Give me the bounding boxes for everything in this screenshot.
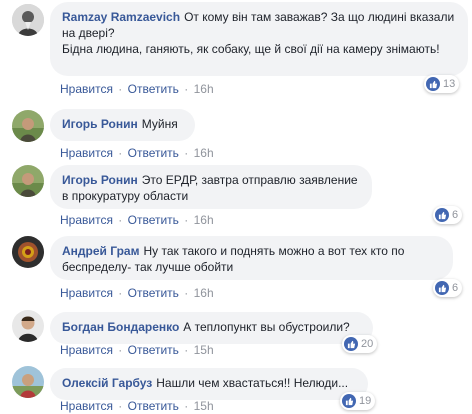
reaction-count-badge[interactable]: 6 bbox=[433, 279, 463, 297]
separator: · bbox=[118, 399, 123, 413]
like-reaction-icon bbox=[435, 208, 449, 222]
avatar[interactable] bbox=[12, 310, 44, 342]
comment-text: Нашли чем хвастаться!! Нелюди... bbox=[156, 376, 349, 390]
avatar[interactable] bbox=[12, 236, 44, 268]
comment-actions: Нравится · Ответить · 16h bbox=[60, 286, 214, 300]
avatar[interactable] bbox=[12, 366, 44, 398]
comment-timestamp[interactable]: 15h bbox=[194, 343, 214, 357]
comment-actions: Нравится · Ответить · 15h bbox=[60, 399, 214, 413]
like-button[interactable]: Нравится bbox=[60, 343, 113, 357]
comment-bubble: Олексій Гарбуз Нашли чем хвастаться!! Нел… bbox=[50, 368, 368, 400]
reaction-count: 13 bbox=[443, 78, 456, 90]
like-button[interactable]: Нравится bbox=[60, 82, 113, 96]
comment-timestamp[interactable]: 16h bbox=[194, 286, 214, 300]
reply-button[interactable]: Ответить bbox=[128, 399, 179, 413]
comment-bubble: Андрей Грам Ну так такого и поднять можно… bbox=[50, 236, 453, 280]
separator: · bbox=[184, 399, 189, 413]
comment-author[interactable]: Олексій Гарбуз bbox=[62, 376, 152, 390]
avatar[interactable] bbox=[12, 4, 44, 36]
reaction-count: 19 bbox=[359, 395, 372, 407]
avatar[interactable] bbox=[12, 110, 44, 142]
reaction-count-badge[interactable]: 19 bbox=[340, 392, 376, 410]
separator: · bbox=[118, 82, 123, 96]
reply-button[interactable]: Ответить bbox=[128, 343, 179, 357]
reply-button[interactable]: Ответить bbox=[128, 82, 179, 96]
separator: · bbox=[184, 213, 189, 227]
separator: · bbox=[118, 286, 123, 300]
separator: · bbox=[184, 146, 189, 160]
like-button[interactable]: Нравится bbox=[60, 286, 113, 300]
like-button[interactable]: Нравится bbox=[60, 146, 113, 160]
comment-author[interactable]: Ramzay Ramzaevich bbox=[62, 10, 180, 24]
separator: · bbox=[184, 286, 189, 300]
like-reaction-icon bbox=[344, 337, 358, 351]
comment-actions: Нравится · Ответить · 16h bbox=[60, 213, 214, 227]
comment-timestamp[interactable]: 15h bbox=[194, 399, 214, 413]
comment-text: Муйня bbox=[141, 117, 178, 131]
like-reaction-icon bbox=[426, 77, 440, 91]
reply-button[interactable]: Ответить bbox=[128, 213, 179, 227]
like-button[interactable]: Нравится bbox=[60, 399, 113, 413]
reaction-count-badge[interactable]: 6 bbox=[433, 206, 463, 224]
like-reaction-icon bbox=[435, 281, 449, 295]
comment-timestamp[interactable]: 16h bbox=[194, 82, 214, 96]
comment-timestamp[interactable]: 16h bbox=[194, 146, 214, 160]
separator: · bbox=[118, 343, 123, 357]
comment-text: А теплопункт вы обустроили? bbox=[183, 320, 350, 334]
separator: · bbox=[118, 213, 123, 227]
reply-button[interactable]: Ответить bbox=[128, 286, 179, 300]
like-reaction-icon bbox=[342, 394, 356, 408]
reaction-count: 6 bbox=[452, 282, 459, 294]
reply-button[interactable]: Ответить bbox=[128, 146, 179, 160]
reaction-count-badge[interactable]: 20 bbox=[342, 335, 378, 353]
reaction-count: 20 bbox=[361, 338, 374, 350]
comment-actions: Нравится · Ответить · 16h bbox=[60, 146, 214, 160]
comment-author[interactable]: Богдан Бондаренко bbox=[62, 320, 179, 334]
comment-actions: Нравится · Ответить · 15h bbox=[60, 343, 214, 357]
separator: · bbox=[118, 146, 123, 160]
comment-bubble: Игорь Ронин Муйня bbox=[50, 109, 195, 141]
avatar[interactable] bbox=[12, 165, 44, 197]
comment-bubble: Богдан Бондаренко А теплопункт вы обустро… bbox=[50, 312, 373, 344]
like-button[interactable]: Нравится bbox=[60, 213, 113, 227]
separator: · bbox=[184, 82, 189, 96]
comment-timestamp[interactable]: 16h bbox=[194, 213, 214, 227]
comment-actions: Нравится · Ответить · 16h bbox=[60, 82, 214, 96]
reaction-count-badge[interactable]: 13 bbox=[424, 75, 460, 93]
comment-bubble: Ramzay Ramzaevich От кому він там заважав… bbox=[50, 2, 468, 76]
reaction-count: 6 bbox=[452, 209, 459, 221]
comment-bubble: Игорь Ронин Это ЕРДР, завтра отправлю зая… bbox=[50, 165, 372, 209]
comment-author[interactable]: Андрей Грам bbox=[62, 244, 139, 258]
separator: · bbox=[184, 343, 189, 357]
comment-author[interactable]: Игорь Ронин bbox=[62, 117, 138, 131]
comment-author[interactable]: Игорь Ронин bbox=[62, 173, 138, 187]
